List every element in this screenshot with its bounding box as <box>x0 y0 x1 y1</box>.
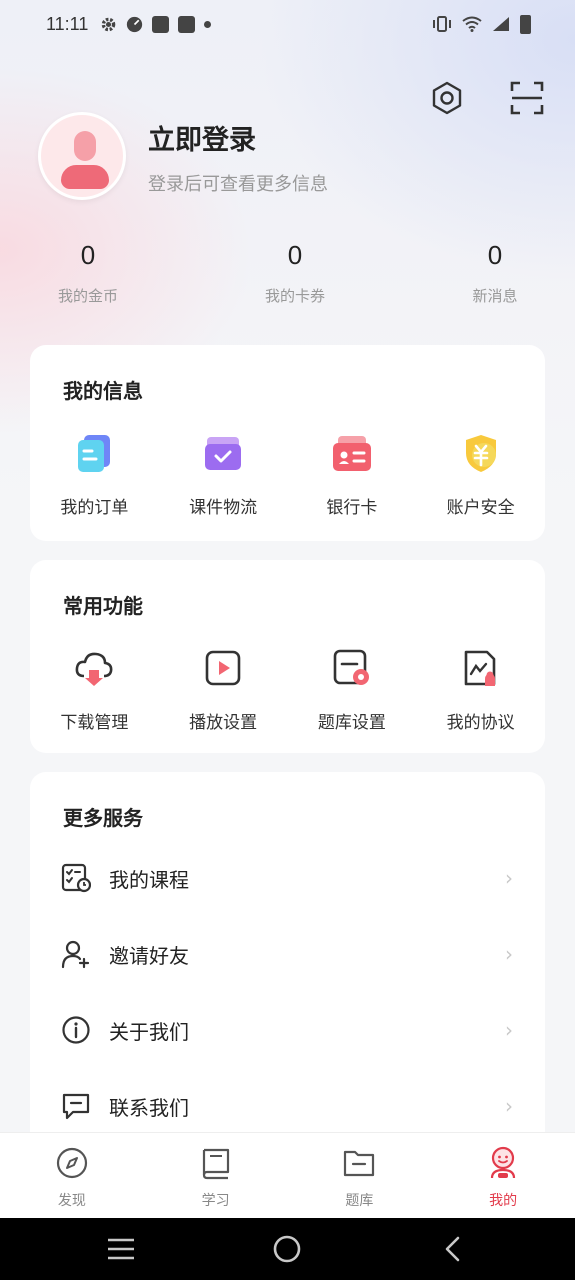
home-icon[interactable] <box>272 1234 302 1264</box>
status-bar: 11:11 <box>0 0 575 48</box>
tab-question-bank-label: 题库 <box>345 1193 374 1209</box>
play-settings-label: 播放设置 <box>189 713 258 733</box>
chevron-right-icon: › <box>505 1094 513 1118</box>
my-orders-label: 我的订单 <box>60 498 129 518</box>
bottom-tab-bar: 发现 学习 题库 我的 <box>0 1132 575 1218</box>
play-settings-icon <box>205 650 241 686</box>
download-manage-label: 下载管理 <box>60 713 129 733</box>
avatar[interactable] <box>38 112 126 200</box>
agreement-icon <box>464 650 495 686</box>
vibrate-icon <box>433 16 451 32</box>
mail-status-icon <box>152 15 170 33</box>
tab-question-bank[interactable]: 题库 <box>288 1133 432 1218</box>
system-navigation-bar <box>0 1218 575 1280</box>
book-icon <box>202 1148 229 1180</box>
settings-status-icon <box>102 17 116 31</box>
orders-icon <box>78 435 111 472</box>
question-bank-settings-icon <box>333 649 369 685</box>
stat-coupons[interactable]: 0 我的卡券 <box>225 240 365 306</box>
avatar-body-shape <box>61 165 109 189</box>
recent-apps-icon[interactable] <box>106 1236 136 1262</box>
logistics-icon <box>205 437 242 470</box>
question-bank-settings-item[interactable]: 题库设置 <box>288 648 417 733</box>
info-icon <box>62 1016 90 1044</box>
message-icon <box>62 1093 90 1120</box>
menu-about-us[interactable]: 关于我们 › <box>30 992 545 1068</box>
common-functions-card: 常用功能 下载管理 播放设置 题库设置 我的协议 <box>30 560 545 753</box>
wifi-icon <box>462 16 482 32</box>
scan-icon[interactable] <box>509 80 545 116</box>
account-security-icon <box>465 435 496 472</box>
settings-icon[interactable] <box>429 80 465 116</box>
my-orders-item[interactable]: 我的订单 <box>30 433 159 518</box>
account-security-item[interactable]: 账户安全 <box>416 433 545 518</box>
menu-my-courses[interactable]: 我的课程 › <box>30 840 545 916</box>
login-subtitle: 登录后可查看更多信息 <box>148 174 328 195</box>
bank-card-label: 银行卡 <box>326 498 378 518</box>
bank-card-item[interactable]: 银行卡 <box>288 433 417 518</box>
more-services-card: 更多服务 我的课程 › 邀请好友 › 关于我们 › 联系我们 › <box>30 772 545 1142</box>
my-agreement-item[interactable]: 我的协议 <box>416 648 545 733</box>
stat-coupons-label: 我的卡券 <box>264 287 325 305</box>
my-info-title: 我的信息 <box>63 379 143 403</box>
tab-mine-label: 我的 <box>489 1193 518 1209</box>
menu-contact-us-label: 联系我们 <box>109 1095 189 1120</box>
logistics-label: 课件物流 <box>189 498 258 518</box>
stat-messages-label: 新消息 <box>472 287 518 305</box>
back-icon[interactable] <box>440 1235 464 1263</box>
chevron-right-icon: › <box>505 1018 513 1042</box>
menu-my-courses-label: 我的课程 <box>109 867 189 892</box>
smiley-person-icon <box>491 1146 516 1179</box>
tab-discover-label: 发现 <box>57 1193 86 1209</box>
play-settings-item[interactable]: 播放设置 <box>159 648 288 733</box>
tab-study-label: 学习 <box>201 1193 230 1209</box>
stat-messages-value: 0 <box>487 240 503 270</box>
course-icon <box>61 863 91 893</box>
tab-discover[interactable]: 发现 <box>0 1133 144 1218</box>
menu-invite-friends-label: 邀请好友 <box>109 943 189 968</box>
folder-icon <box>344 1150 375 1177</box>
avatar-head-shape <box>74 131 96 161</box>
bank-card-icon <box>332 436 371 471</box>
tab-mine[interactable]: 我的 <box>431 1133 575 1218</box>
common-functions-title: 常用功能 <box>63 594 143 618</box>
menu-invite-friends[interactable]: 邀请好友 › <box>30 916 545 992</box>
battery-icon <box>520 14 531 34</box>
tab-study[interactable]: 学习 <box>144 1133 288 1218</box>
status-time: 11:11 <box>46 13 89 34</box>
account-security-label: 账户安全 <box>446 498 515 518</box>
stats-row: 0 我的金币 0 我的卡券 0 新消息 <box>0 240 575 320</box>
speed-status-icon <box>127 16 143 32</box>
invite-friend-icon <box>61 940 90 969</box>
logistics-item[interactable]: 课件物流 <box>159 433 288 518</box>
question-bank-settings-label: 题库设置 <box>317 713 386 733</box>
stat-coins-value: 0 <box>80 240 96 270</box>
my-info-card: 我的信息 我的订单 课件物流 银行卡 账户安全 <box>30 345 545 541</box>
stat-coins[interactable]: 0 我的金币 <box>18 240 158 306</box>
signal-icon <box>493 17 509 31</box>
chevron-right-icon: › <box>505 942 513 966</box>
stat-coins-label: 我的金币 <box>57 287 118 305</box>
more-services-title: 更多服务 <box>63 806 143 830</box>
stat-coupons-value: 0 <box>287 240 303 270</box>
menu-about-us-label: 关于我们 <box>109 1019 189 1044</box>
my-agreement-label: 我的协议 <box>446 713 515 733</box>
stat-messages[interactable]: 0 新消息 <box>425 240 565 306</box>
mail-status-icon-2 <box>178 15 196 33</box>
download-manage-item[interactable]: 下载管理 <box>30 648 159 733</box>
compass-icon <box>56 1147 87 1179</box>
login-button[interactable]: 立即登录 <box>148 118 256 157</box>
cloud-download-icon <box>75 652 113 686</box>
chevron-right-icon: › <box>505 866 513 890</box>
more-notifications-icon <box>204 20 212 28</box>
